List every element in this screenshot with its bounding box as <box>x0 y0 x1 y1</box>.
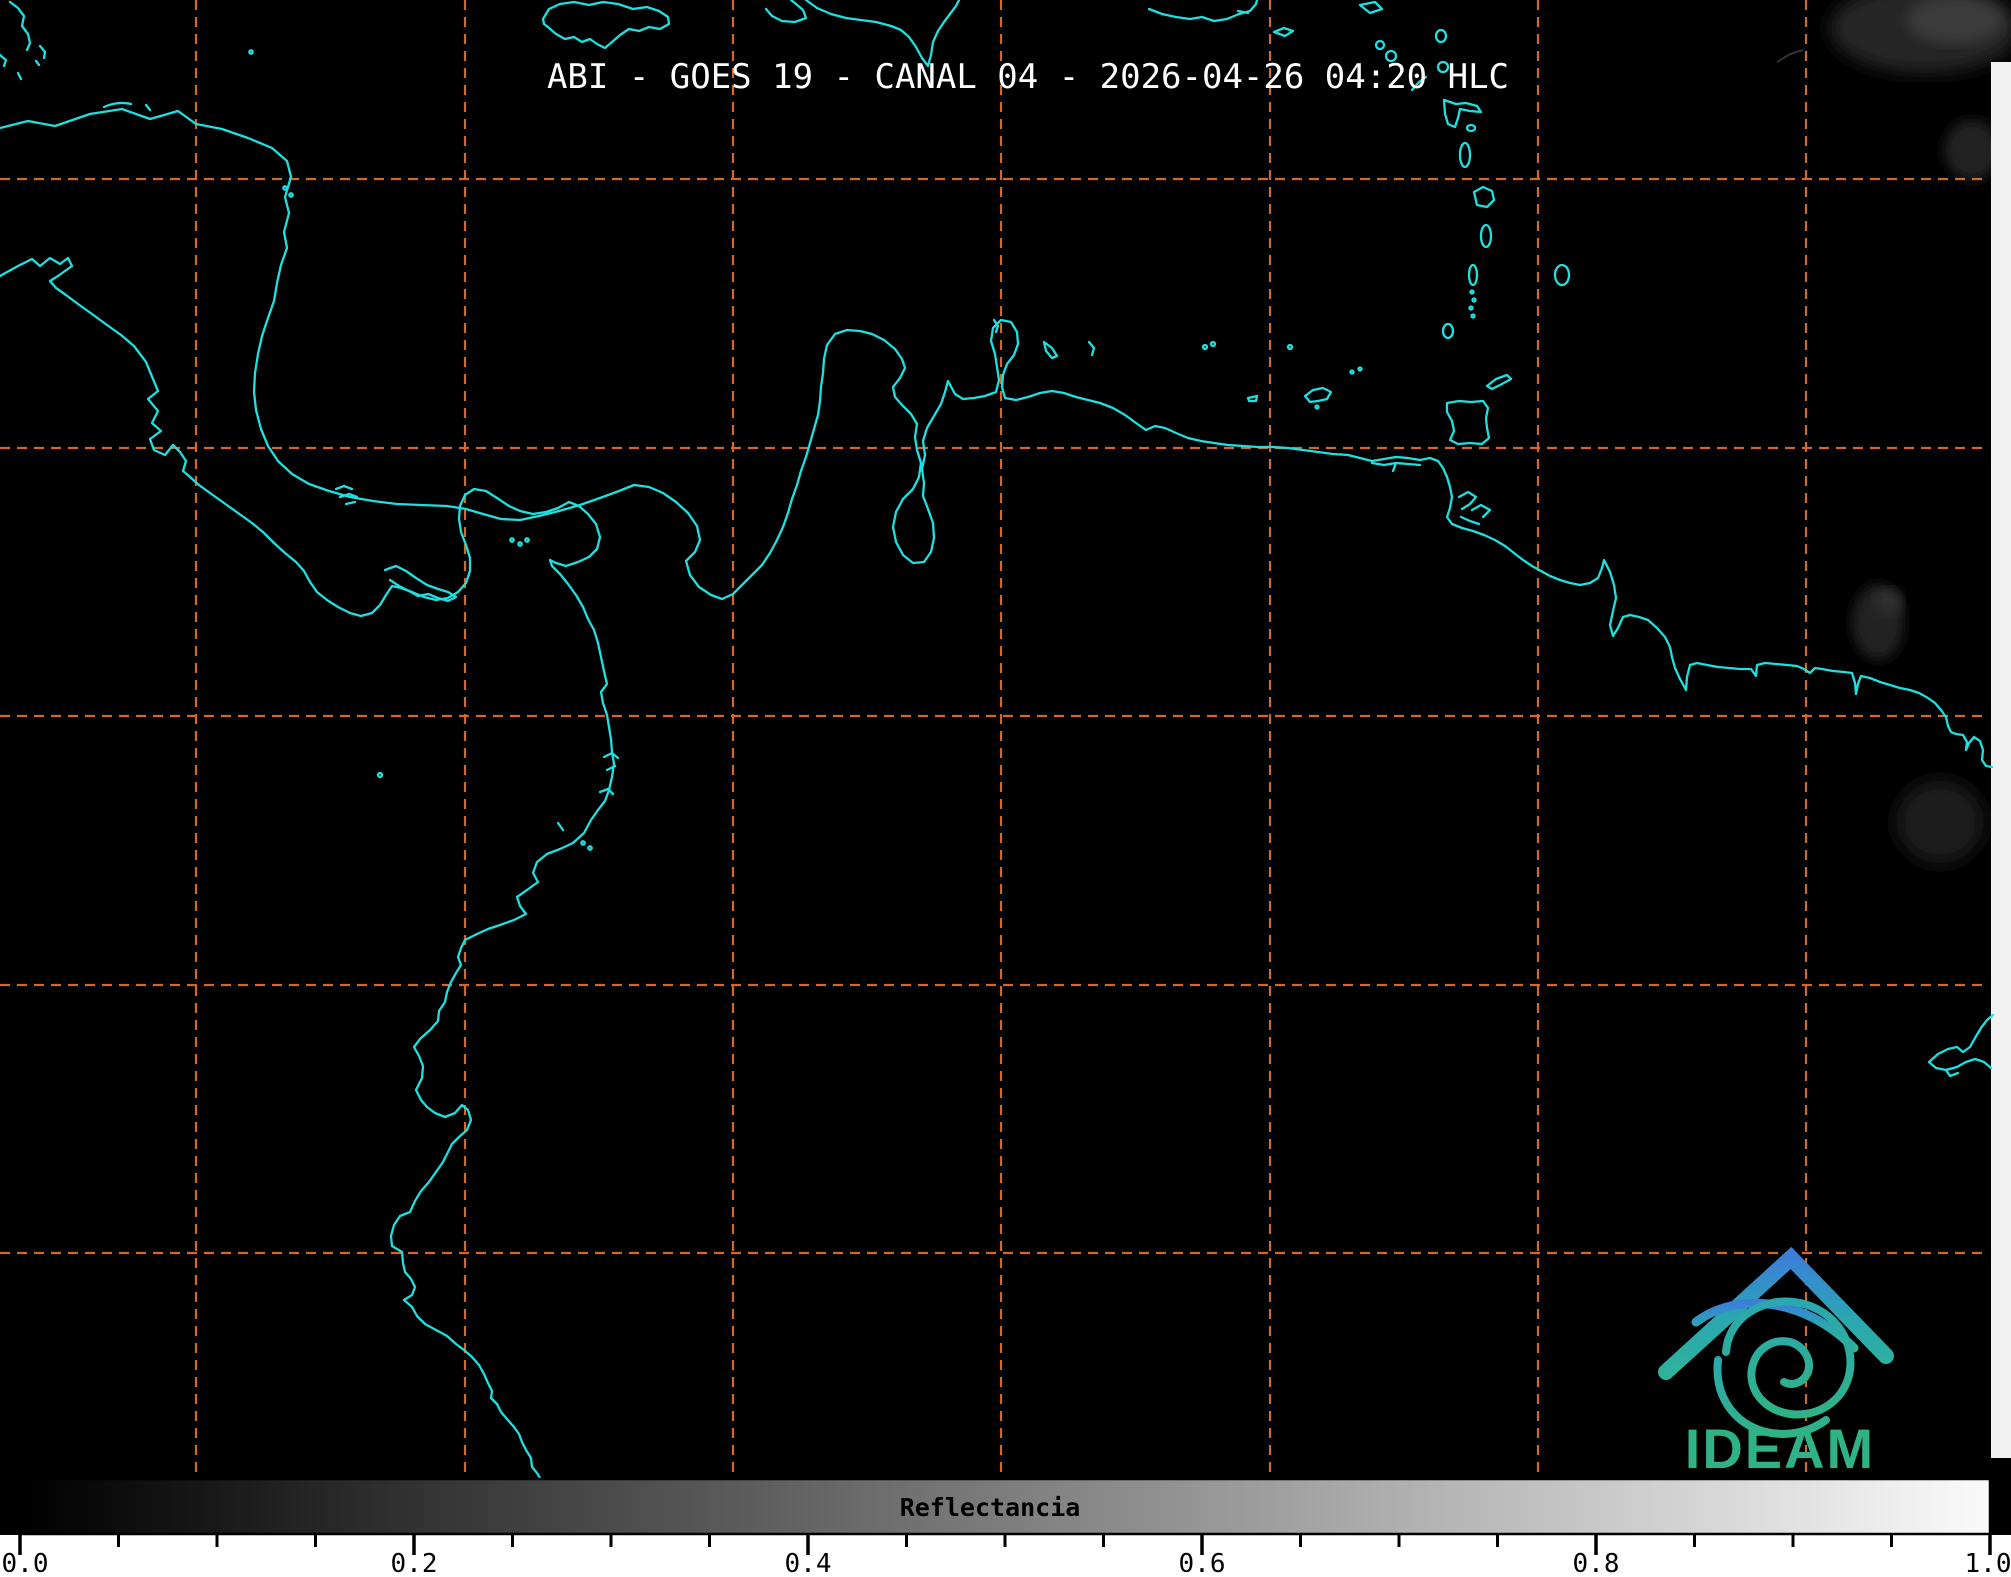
logo-text: IDEAM <box>1685 1417 1875 1480</box>
map-background <box>0 0 2011 1535</box>
colorbar-tick-label: 0.0 <box>2 1549 49 1577</box>
satellite-image-viewer: ABI - GOES 19 - CANAL 04 - 2026-04-26 04… <box>0 0 2011 1577</box>
image-title: ABI - GOES 19 - CANAL 04 - 2026-04-26 04… <box>547 57 1509 97</box>
colorbar-tick-label: 0.4 <box>785 1549 832 1577</box>
colorbar-tick-label: 0.8 <box>1573 1549 1620 1577</box>
colorbar-tick-label: 0.6 <box>1179 1549 1226 1577</box>
earth-limb-strip <box>1991 62 2011 1458</box>
colorbar-tick-label: 1.0 <box>1965 1549 2011 1577</box>
goes-satellite-map: ABI - GOES 19 - CANAL 04 - 2026-04-26 04… <box>0 0 2011 1577</box>
colorbar-tick-label: 0.2 <box>391 1549 438 1577</box>
colorbar-label: Reflectancia <box>900 1493 1081 1522</box>
